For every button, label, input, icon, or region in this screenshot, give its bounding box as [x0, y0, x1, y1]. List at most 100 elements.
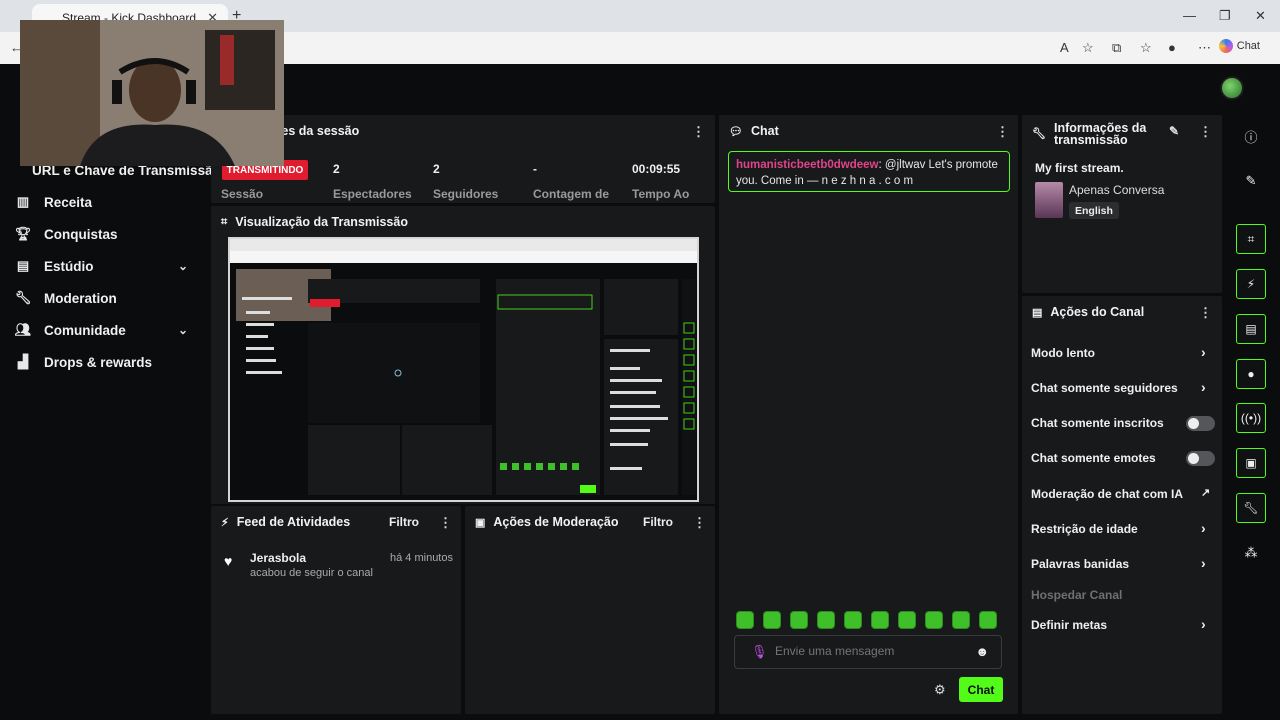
nodes-icon[interactable]: ⁂ [1236, 538, 1266, 568]
chat-settings-gear-icon[interactable]: ⚙ [934, 682, 946, 698]
layout-icon[interactable]: ▣ [1236, 448, 1266, 478]
chevron-right-icon[interactable]: › [1201, 379, 1206, 395]
sidebar-item-label: Receita [44, 194, 93, 210]
age-restriction-action[interactable]: Restrição de idade [1031, 522, 1138, 536]
wrench-icon[interactable]: 🔧︎ [1236, 493, 1266, 523]
set-goals-action[interactable]: Definir metas [1031, 618, 1107, 632]
panel-title: Informações da transmissão [1053, 121, 1147, 147]
stream-title: My first stream. [1035, 161, 1124, 175]
subscribers-only-toggle[interactable] [1186, 416, 1215, 431]
stream-info-header: 🔧︎ Informações da transmissão [1032, 118, 1152, 150]
read-aloud-icon[interactable]: A [1060, 40, 1069, 55]
emote-button[interactable] [817, 611, 835, 629]
chat-message-user[interactable]: humanisticbeetb0dwdeew [736, 159, 879, 171]
banned-words-action[interactable]: Palavras banidas [1031, 557, 1129, 571]
chat-message[interactable]: humanisticbeetb0dwdeew: @jltwav Let's pr… [728, 151, 1010, 192]
preview-content-graphic [230, 239, 697, 500]
emote-button[interactable] [925, 611, 943, 629]
copilot-chat-label: Chat [1236, 40, 1260, 52]
kebab-menu-icon[interactable]: ⋮ [996, 124, 1009, 140]
edit-pencil-icon[interactable]: ✎ [1236, 166, 1266, 196]
copilot-chat-button[interactable]: Chat [1218, 39, 1260, 53]
emote-button[interactable] [736, 611, 754, 629]
sidebar-item-drops[interactable]: ▟ Drops & rewards [14, 350, 152, 374]
sidebar-item-label: Estúdio [44, 258, 94, 274]
chat-input-box[interactable]: 🎙︎ ☻ [734, 635, 1002, 669]
chevron-right-icon[interactable]: › [1201, 344, 1206, 360]
activity-description: acabou de seguir o canal [250, 567, 373, 579]
emote-button[interactable] [898, 611, 916, 629]
stat-label-count: Contagem de [533, 187, 610, 201]
heart-icon: ♥ [224, 553, 233, 569]
moderation-actions-panel: ▣ Ações de Moderação Filtro ⋮ [465, 506, 715, 714]
extensions-icon[interactable]: ⧉ [1112, 40, 1121, 56]
broadcast-icon[interactable]: ((•)) [1236, 403, 1266, 433]
kebab-menu-icon[interactable]: ⋮ [1199, 124, 1212, 140]
sidebar-item-studio[interactable]: ▤ Estúdio ⌄ [14, 254, 188, 278]
followers-only-action[interactable]: Chat somente seguidores [1031, 381, 1178, 395]
emotes-only-toggle[interactable] [1186, 451, 1215, 466]
kebab-menu-icon[interactable]: ⋮ [692, 124, 705, 140]
kebab-menu-icon[interactable]: ⋮ [439, 515, 452, 531]
screenshot-icon[interactable]: ⌗ [1236, 224, 1266, 254]
session-info-panel: Informações da sessão ⋮ Sessão 2 Especta… [211, 115, 715, 203]
copilot-icon [1218, 39, 1233, 53]
close-window-icon[interactable]: ✕ [1255, 8, 1266, 24]
emote-button[interactable] [952, 611, 970, 629]
emote-button[interactable] [844, 611, 862, 629]
shield-icon: ▣ [475, 516, 486, 529]
activity-user-name[interactable]: Jerasbola [250, 551, 306, 565]
emote-button[interactable] [979, 611, 997, 629]
chevron-right-icon[interactable]: › [1201, 555, 1206, 571]
right-tool-rail: ⓘ ✎ ⌗ ⚡︎ ▤ ● ((•)) ▣ 🔧︎ ⁂ [1226, 115, 1276, 715]
favorite-star-icon[interactable]: ☆ [1082, 40, 1094, 56]
emote-button[interactable] [763, 611, 781, 629]
sidebar-item-label: Comunidade [44, 322, 126, 338]
favorites-icon[interactable]: ☆ [1140, 40, 1152, 56]
chat-message-input[interactable] [775, 644, 975, 658]
user-avatar[interactable] [1220, 76, 1244, 100]
stream-category[interactable]: Apenas Conversa [1069, 183, 1164, 197]
stat-label-viewers: Espectadores [333, 187, 412, 201]
sidebar-item-moderation[interactable]: 🔧︎ Moderation [14, 286, 117, 310]
maximize-icon[interactable]: ❐ [1219, 8, 1231, 24]
microphone-icon[interactable]: 🎙︎ [751, 644, 768, 660]
chevron-right-icon[interactable]: › [1201, 616, 1206, 632]
moderation-filter-button[interactable]: Filtro [643, 515, 673, 529]
chat-bubble-icon[interactable]: ● [1236, 359, 1266, 389]
stream-preview-video[interactable] [228, 237, 699, 502]
activity-feed-panel: ⚡︎ Feed de Atividades Filtro ⋮ [211, 506, 461, 714]
emotes-only-action: Chat somente emotes [1031, 451, 1156, 465]
category-thumbnail[interactable] [1035, 182, 1063, 218]
chevron-right-icon[interactable]: › [1201, 520, 1206, 536]
wrench-icon: 🔧︎ [1032, 128, 1046, 140]
lightning-icon[interactable]: ⚡︎ [1236, 269, 1266, 299]
edit-pencil-icon[interactable]: ✎ [1169, 124, 1179, 138]
external-link-icon[interactable]: ↗ [1201, 486, 1210, 499]
info-icon[interactable]: ⓘ [1236, 121, 1266, 151]
slow-mode-action[interactable]: Modo lento [1031, 346, 1095, 360]
emote-button[interactable] [790, 611, 808, 629]
minimize-icon[interactable]: — [1183, 8, 1196, 23]
sidebar-item-achievements[interactable]: 🏆︎ Conquistas [14, 222, 118, 246]
stat-value-live-time: 00:09:55 [632, 162, 681, 176]
activity-filter-button[interactable]: Filtro [389, 515, 419, 529]
kebab-menu-icon[interactable]: ⋮ [693, 515, 706, 531]
stat-label-live-time: Tempo Ao [632, 187, 690, 201]
people-icon: 👥︎ [14, 322, 32, 337]
ai-moderation-action[interactable]: Moderação de chat com IA [1031, 487, 1183, 501]
emote-button[interactable] [871, 611, 889, 629]
kebab-menu-icon[interactable]: ⋮ [1199, 305, 1212, 321]
stat-label-followers: Seguidores [433, 187, 499, 201]
profile-icon[interactable]: ● [1168, 40, 1176, 55]
more-icon[interactable]: ⋯ [1198, 40, 1211, 56]
sidebar-item-label: Drops & rewards [44, 354, 153, 370]
sidebar-item-label: Conquistas [44, 226, 118, 242]
notes-icon[interactable]: ▤ [1236, 314, 1266, 344]
sidebar-item-revenue[interactable]: ▥ Receita [14, 190, 92, 214]
sidebar-item-community[interactable]: 👥︎ Comunidade ⌄ [14, 318, 188, 342]
actions-icon: ▤ [1032, 306, 1043, 319]
emoji-picker-icon[interactable]: ☻ [975, 644, 989, 659]
send-chat-button[interactable]: Chat [959, 677, 1003, 702]
chat-bubble-icon: 💬︎ [729, 125, 743, 138]
